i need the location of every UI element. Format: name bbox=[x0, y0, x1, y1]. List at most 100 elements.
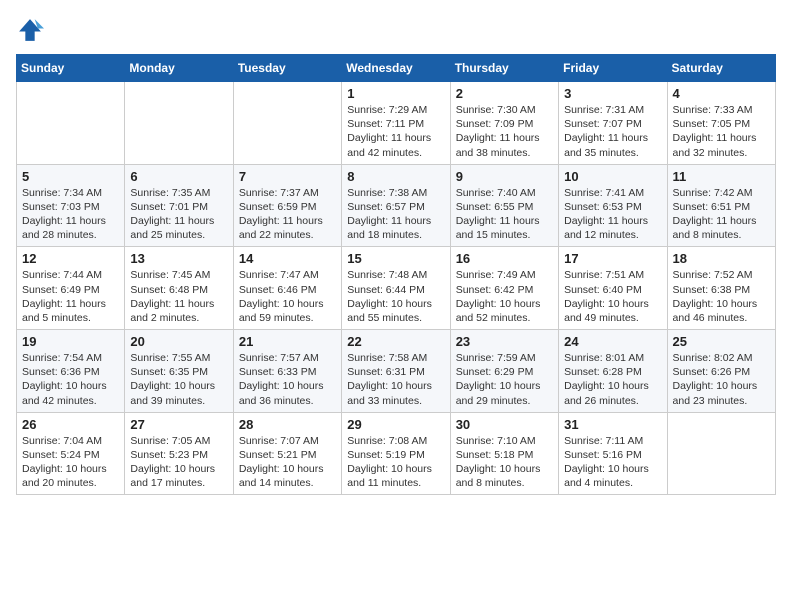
calendar-cell: 31 Sunrise: 7:11 AM Sunset: 5:16 PM Dayli… bbox=[559, 412, 667, 495]
day-number: 24 bbox=[564, 334, 661, 349]
day-info: Sunrise: 7:52 AM Sunset: 6:38 PM Dayligh… bbox=[673, 268, 770, 325]
day-info: Sunrise: 7:49 AM Sunset: 6:42 PM Dayligh… bbox=[456, 268, 553, 325]
day-info: Sunrise: 8:02 AM Sunset: 6:26 PM Dayligh… bbox=[673, 351, 770, 408]
day-number: 28 bbox=[239, 417, 336, 432]
day-info: Sunrise: 7:40 AM Sunset: 6:55 PM Dayligh… bbox=[456, 186, 553, 243]
day-number: 21 bbox=[239, 334, 336, 349]
day-info: Sunrise: 7:31 AM Sunset: 7:07 PM Dayligh… bbox=[564, 103, 661, 160]
calendar-cell: 9 Sunrise: 7:40 AM Sunset: 6:55 PM Daylig… bbox=[450, 164, 558, 247]
calendar-cell: 17 Sunrise: 7:51 AM Sunset: 6:40 PM Dayli… bbox=[559, 247, 667, 330]
day-number: 18 bbox=[673, 251, 770, 266]
day-info: Sunrise: 7:42 AM Sunset: 6:51 PM Dayligh… bbox=[673, 186, 770, 243]
calendar-cell: 15Sunrise: 7:48 AM Sunset: 6:44 PM Dayli… bbox=[342, 247, 450, 330]
day-number: 14 bbox=[239, 251, 336, 266]
calendar-cell: 6Sunrise: 7:35 AM Sunset: 7:01 PM Daylig… bbox=[125, 164, 233, 247]
day-of-week-thursday: Thursday bbox=[450, 55, 558, 82]
day-number: 8 bbox=[347, 169, 444, 184]
day-info: Sunrise: 7:59 AM Sunset: 6:29 PM Dayligh… bbox=[456, 351, 553, 408]
day-info: Sunrise: 7:47 AM Sunset: 6:46 PM Dayligh… bbox=[239, 268, 336, 325]
day-info: Sunrise: 7:11 AM Sunset: 5:16 PM Dayligh… bbox=[564, 434, 661, 491]
day-info: Sunrise: 7:48 AM Sunset: 6:44 PM Dayligh… bbox=[347, 268, 444, 325]
page-header bbox=[16, 16, 776, 44]
day-of-week-sunday: Sunday bbox=[17, 55, 125, 82]
day-number: 3 bbox=[564, 86, 661, 101]
day-info: Sunrise: 7:54 AM Sunset: 6:36 PM Dayligh… bbox=[22, 351, 119, 408]
day-number: 20 bbox=[130, 334, 227, 349]
day-info: Sunrise: 7:44 AM Sunset: 6:49 PM Dayligh… bbox=[22, 268, 119, 325]
day-info: Sunrise: 7:34 AM Sunset: 7:03 PM Dayligh… bbox=[22, 186, 119, 243]
calendar-table: SundayMondayTuesdayWednesdayThursdayFrid… bbox=[16, 54, 776, 495]
calendar-cell: 20 Sunrise: 7:55 AM Sunset: 6:35 PM Dayli… bbox=[125, 330, 233, 413]
day-number: 31 bbox=[564, 417, 661, 432]
calendar-cell: 12 Sunrise: 7:44 AM Sunset: 6:49 PM Dayli… bbox=[17, 247, 125, 330]
day-of-week-wednesday: Wednesday bbox=[342, 55, 450, 82]
day-number: 11 bbox=[673, 169, 770, 184]
day-number: 26 bbox=[22, 417, 119, 432]
calendar-cell: 30 Sunrise: 7:10 AM Sunset: 5:18 PM Dayli… bbox=[450, 412, 558, 495]
day-number: 29 bbox=[347, 417, 444, 432]
calendar-cell: 2 Sunrise: 7:30 AM Sunset: 7:09 PM Daylig… bbox=[450, 82, 558, 165]
day-of-week-saturday: Saturday bbox=[667, 55, 775, 82]
calendar-cell: 16 Sunrise: 7:49 AM Sunset: 6:42 PM Dayli… bbox=[450, 247, 558, 330]
day-number: 30 bbox=[456, 417, 553, 432]
day-info: Sunrise: 7:57 AM Sunset: 6:33 PM Dayligh… bbox=[239, 351, 336, 408]
day-info: Sunrise: 7:07 AM Sunset: 5:21 PM Dayligh… bbox=[239, 434, 336, 491]
day-number: 4 bbox=[673, 86, 770, 101]
calendar-cell: 19 Sunrise: 7:54 AM Sunset: 6:36 PM Dayli… bbox=[17, 330, 125, 413]
calendar-cell bbox=[667, 412, 775, 495]
day-info: Sunrise: 7:05 AM Sunset: 5:23 PM Dayligh… bbox=[130, 434, 227, 491]
day-of-week-friday: Friday bbox=[559, 55, 667, 82]
logo bbox=[16, 16, 48, 44]
calendar-cell: 23 Sunrise: 7:59 AM Sunset: 6:29 PM Dayli… bbox=[450, 330, 558, 413]
calendar-cell: 1 Sunrise: 7:29 AM Sunset: 7:11 PM Daylig… bbox=[342, 82, 450, 165]
day-info: Sunrise: 7:38 AM Sunset: 6:57 PM Dayligh… bbox=[347, 186, 444, 243]
day-number: 10 bbox=[564, 169, 661, 184]
day-number: 1 bbox=[347, 86, 444, 101]
calendar-cell: 21 Sunrise: 7:57 AM Sunset: 6:33 PM Dayli… bbox=[233, 330, 341, 413]
calendar-cell: 29 Sunrise: 7:08 AM Sunset: 5:19 PM Dayli… bbox=[342, 412, 450, 495]
calendar-cell bbox=[233, 82, 341, 165]
day-info: Sunrise: 7:08 AM Sunset: 5:19 PM Dayligh… bbox=[347, 434, 444, 491]
day-info: Sunrise: 7:45 AM Sunset: 6:48 PM Dayligh… bbox=[130, 268, 227, 325]
calendar-cell: 10 Sunrise: 7:41 AM Sunset: 6:53 PM Dayli… bbox=[559, 164, 667, 247]
day-number: 16 bbox=[456, 251, 553, 266]
calendar-cell: 7Sunrise: 7:37 AM Sunset: 6:59 PM Daylig… bbox=[233, 164, 341, 247]
day-info: Sunrise: 7:29 AM Sunset: 7:11 PM Dayligh… bbox=[347, 103, 444, 160]
calendar-cell: 28 Sunrise: 7:07 AM Sunset: 5:21 PM Dayli… bbox=[233, 412, 341, 495]
calendar-cell: 5Sunrise: 7:34 AM Sunset: 7:03 PM Daylig… bbox=[17, 164, 125, 247]
day-info: Sunrise: 7:30 AM Sunset: 7:09 PM Dayligh… bbox=[456, 103, 553, 160]
day-number: 12 bbox=[22, 251, 119, 266]
calendar-cell: 13 Sunrise: 7:45 AM Sunset: 6:48 PM Dayli… bbox=[125, 247, 233, 330]
day-number: 2 bbox=[456, 86, 553, 101]
day-number: 13 bbox=[130, 251, 227, 266]
day-info: Sunrise: 7:37 AM Sunset: 6:59 PM Dayligh… bbox=[239, 186, 336, 243]
logo-icon bbox=[16, 16, 44, 44]
day-info: Sunrise: 7:51 AM Sunset: 6:40 PM Dayligh… bbox=[564, 268, 661, 325]
day-info: Sunrise: 8:01 AM Sunset: 6:28 PM Dayligh… bbox=[564, 351, 661, 408]
day-of-week-monday: Monday bbox=[125, 55, 233, 82]
day-info: Sunrise: 7:04 AM Sunset: 5:24 PM Dayligh… bbox=[22, 434, 119, 491]
calendar-cell bbox=[17, 82, 125, 165]
day-info: Sunrise: 7:58 AM Sunset: 6:31 PM Dayligh… bbox=[347, 351, 444, 408]
calendar-cell bbox=[125, 82, 233, 165]
calendar-cell: 26 Sunrise: 7:04 AM Sunset: 5:24 PM Dayli… bbox=[17, 412, 125, 495]
calendar-cell: 3 Sunrise: 7:31 AM Sunset: 7:07 PM Daylig… bbox=[559, 82, 667, 165]
calendar-cell: 25Sunrise: 8:02 AM Sunset: 6:26 PM Dayli… bbox=[667, 330, 775, 413]
calendar-cell: 24 Sunrise: 8:01 AM Sunset: 6:28 PM Dayli… bbox=[559, 330, 667, 413]
calendar-cell: 8 Sunrise: 7:38 AM Sunset: 6:57 PM Daylig… bbox=[342, 164, 450, 247]
day-info: Sunrise: 7:33 AM Sunset: 7:05 PM Dayligh… bbox=[673, 103, 770, 160]
day-number: 19 bbox=[22, 334, 119, 349]
day-of-week-tuesday: Tuesday bbox=[233, 55, 341, 82]
day-info: Sunrise: 7:41 AM Sunset: 6:53 PM Dayligh… bbox=[564, 186, 661, 243]
day-info: Sunrise: 7:55 AM Sunset: 6:35 PM Dayligh… bbox=[130, 351, 227, 408]
day-number: 6 bbox=[130, 169, 227, 184]
day-number: 23 bbox=[456, 334, 553, 349]
day-number: 17 bbox=[564, 251, 661, 266]
day-number: 27 bbox=[130, 417, 227, 432]
calendar-cell: 4 Sunrise: 7:33 AM Sunset: 7:05 PM Daylig… bbox=[667, 82, 775, 165]
day-info: Sunrise: 7:10 AM Sunset: 5:18 PM Dayligh… bbox=[456, 434, 553, 491]
calendar-cell: 18 Sunrise: 7:52 AM Sunset: 6:38 PM Dayli… bbox=[667, 247, 775, 330]
day-number: 9 bbox=[456, 169, 553, 184]
day-number: 22 bbox=[347, 334, 444, 349]
calendar-cell: 14 Sunrise: 7:47 AM Sunset: 6:46 PM Dayli… bbox=[233, 247, 341, 330]
